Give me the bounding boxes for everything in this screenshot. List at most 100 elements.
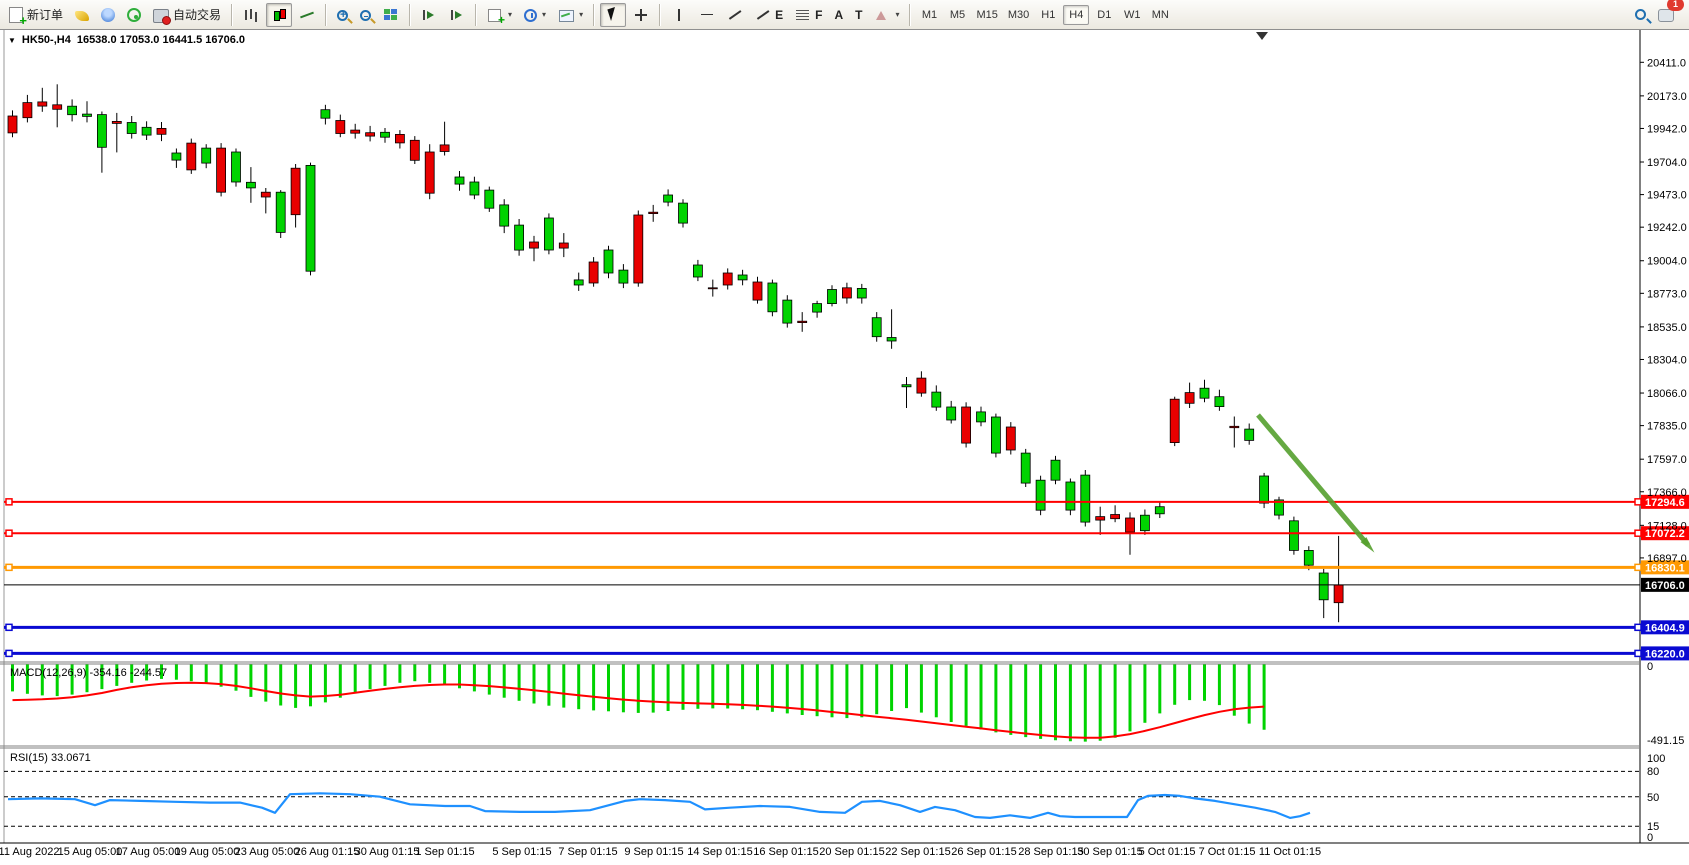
text-tool-button[interactable]: A [829,3,848,27]
periods-button[interactable]: ▾ [519,3,551,27]
indicators-button[interactable]: ▾ [482,3,517,27]
zoom-in-button[interactable] [332,3,353,27]
signals-button[interactable] [122,3,146,27]
level-anchor-handle[interactable] [6,530,12,536]
macd-axis-zero-label: 0 [1647,661,1653,673]
price-badge-label: 16706.0 [1645,580,1685,592]
level-anchor-handle[interactable] [6,624,12,630]
y-axis-tick-label: 17128.0 [1647,520,1687,532]
y-axis-tick-label: 18304.0 [1647,354,1687,366]
x-axis-label: 22 Sep 01:15 [885,846,950,858]
line-chart-mode-button[interactable] [294,3,320,27]
autotrade-icon [153,9,169,23]
candle [708,288,717,289]
candle [991,417,1000,453]
timeframe-button-m15[interactable]: M15 [972,5,1001,25]
timeframe-button-h4[interactable]: H4 [1063,5,1089,25]
candle [202,148,211,163]
notifications-button[interactable]: 1 [1653,3,1679,27]
x-axis-label: 15 Aug 05:00 [58,846,123,858]
level-anchor-handle[interactable] [6,650,12,656]
rsi-axis-label: 0 [1647,832,1653,844]
autotrade-button[interactable]: 自动交易 [148,3,226,27]
new-order-icon [9,7,23,23]
search-button[interactable] [1630,3,1651,27]
candle [589,262,598,283]
candle [1319,573,1328,600]
candle [187,143,196,170]
y-axis-tick-label: 19004.0 [1647,256,1687,268]
y-axis-tick-label: 18773.0 [1647,288,1687,300]
crosshair-tool-button[interactable] [628,3,654,27]
fibonacci-tool-button[interactable]: F [790,3,827,27]
y-axis-tick-label: 16897.0 [1647,553,1687,565]
trendline-tool-button[interactable] [722,3,748,27]
candle [23,103,32,118]
cursor-icon [605,7,621,23]
candle [395,134,404,143]
level-anchor-handle[interactable] [6,499,12,505]
main-toolbar: 新订单 自动交易 ▾ ▾ [0,0,1689,30]
macd-label: MACD(12,26,9) -354.16 -244.57 [10,667,167,679]
candle [1096,517,1105,521]
timeframe-button-m1[interactable]: M1 [916,5,942,25]
toolbar-separator [475,4,477,26]
notification-badge: 1 [1667,0,1684,11]
timeframe-button-mn[interactable]: MN [1147,5,1173,25]
bar-chart-mode-button[interactable] [238,3,264,27]
community-button[interactable] [96,3,120,27]
candle [321,110,330,119]
candle [470,182,479,195]
level-anchor-handle[interactable] [6,564,12,570]
y-axis-tick-label: 17366.0 [1647,487,1687,499]
shapes-tool-button[interactable]: ▾ [869,3,904,27]
auto-scroll-button[interactable] [416,3,442,27]
timeframe-button-h1[interactable]: H1 [1035,5,1061,25]
timeframe-button-m5[interactable]: M5 [944,5,970,25]
candle [649,212,658,213]
tile-windows-button[interactable] [378,3,404,27]
candle [217,148,226,192]
horizontal-line-tool-button[interactable] [694,3,720,27]
candle [1245,429,1254,440]
candle [1021,453,1030,483]
x-axis-label: 26 Sep 01:15 [951,846,1016,858]
y-axis-tick-label: 19242.0 [1647,222,1687,234]
candle [1334,585,1343,603]
x-axis-label: 16 Sep 01:15 [753,846,818,858]
x-axis-label: 20 Sep 01:15 [819,846,884,858]
candle [1036,480,1045,510]
candle [232,152,241,182]
channel-tool-button[interactable]: E [750,3,788,27]
x-axis-label: 23 Aug 05:00 [235,846,300,858]
cursor-tool-button[interactable] [600,3,626,27]
crosshair-icon [633,7,649,23]
candle [813,304,822,313]
chart-canvas[interactable]: 17294.617072.216830.116706.016404.916220… [0,30,1689,865]
quill-icon [75,11,89,21]
timeframe-button-m30[interactable]: M30 [1004,5,1033,25]
chart-shift-icon [449,7,465,23]
new-order-button[interactable]: 新订单 [4,3,68,27]
chart-shift-button[interactable] [444,3,470,27]
candlestick-icon [271,7,287,23]
candlestick-mode-button[interactable] [266,3,292,27]
candle [97,115,106,148]
zoom-out-button[interactable] [355,3,376,27]
candle [932,392,941,407]
label-tool-button[interactable]: T [850,3,867,27]
zoom-in-icon [337,10,348,21]
styles-button[interactable] [70,3,94,27]
timeframe-button-d1[interactable]: D1 [1091,5,1117,25]
templates-button[interactable]: ▾ [553,3,588,27]
candle [1289,521,1298,551]
price-badge-label: 16404.9 [1645,622,1685,634]
timeframe-group: M1M5M15M30H1H4D1W1MN [916,5,1173,25]
candle [604,250,613,273]
level-axis-handle [1635,499,1641,505]
collapse-arrow-icon[interactable]: ▼ [8,36,16,45]
vertical-line-tool-button[interactable] [666,3,692,27]
candle [83,114,92,116]
timeframe-button-w1[interactable]: W1 [1119,5,1145,25]
candle [500,205,509,226]
